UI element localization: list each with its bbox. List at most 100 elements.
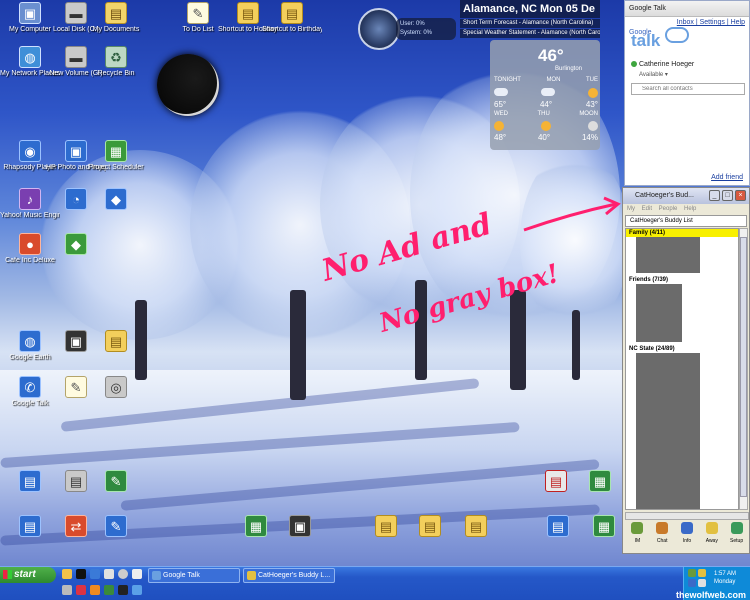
shortcut-icon: ◍ <box>19 46 41 68</box>
gtalk-logo: talk <box>631 31 661 50</box>
sun-icon <box>494 121 504 131</box>
speech-bubble-icon <box>665 27 689 43</box>
chat-button[interactable]: Chat <box>653 521 671 544</box>
shortcut-icon: ▤ <box>547 515 569 537</box>
desktop-icon-label: Project Scheduler <box>88 164 144 171</box>
info-icon <box>680 522 693 534</box>
gtalk-titlebar[interactable]: Google Talk <box>625 1 749 17</box>
shortcut-icon: ♻ <box>105 46 127 68</box>
tray-icon[interactable] <box>698 579 706 587</box>
weather-temperature: 46° <box>538 46 564 65</box>
shortcut-icon: ▤ <box>19 515 41 537</box>
quick-launch-icon[interactable] <box>90 569 100 579</box>
forecast-temp: 14% <box>581 133 598 142</box>
cloud-icon <box>541 88 555 96</box>
meter-dial <box>358 8 400 50</box>
status-dropdown[interactable]: Available ▾ <box>639 71 668 78</box>
desktop-icon[interactable]: ♻ Recycle Bin <box>86 46 146 78</box>
desktop-icon[interactable]: ◎ <box>86 376 146 400</box>
desktop-icon[interactable]: ✎ <box>86 515 146 539</box>
forecast-day: TONIGHT <box>494 77 521 83</box>
shortcut-icon: ▦ <box>245 515 267 537</box>
quick-launch-icon[interactable] <box>76 585 86 595</box>
desktop-icon[interactable]: ▣ <box>270 515 330 539</box>
desktop-icon[interactable]: ◆ <box>46 233 106 257</box>
buddy-list[interactable]: Family (4/11) Friends (7/39) NC State (2… <box>625 228 739 510</box>
google-talk-window[interactable]: Google Talk Inbox | Settings | Help Goog… <box>624 0 750 186</box>
search-input[interactable] <box>631 83 745 95</box>
forecast-day: TUE <box>585 77 598 83</box>
shortcut-icon: ◆ <box>105 188 127 210</box>
quick-launch-icon[interactable] <box>104 585 114 595</box>
shortcut-icon: ▤ <box>237 2 259 24</box>
shortcut-icon: ▤ <box>419 515 441 537</box>
chat-icon <box>656 522 669 534</box>
quick-launch-icon[interactable] <box>76 569 86 579</box>
close-button[interactable]: × <box>735 190 746 201</box>
shortcut-icon: ✎ <box>187 2 209 24</box>
away-icon <box>705 522 718 534</box>
gtalk-links[interactable]: Inbox | Settings | Help <box>677 19 745 26</box>
buddy-menubar[interactable]: My Edit People Help <box>623 204 749 215</box>
desktop-icon[interactable]: ◆ <box>86 188 146 212</box>
im-icon <box>631 522 644 534</box>
weather-gadget[interactable]: Alamance, NC Mon 05 De Short Term Foreca… <box>460 0 600 150</box>
tray-icon[interactable] <box>698 569 706 577</box>
shortcut-icon: ✎ <box>105 515 127 537</box>
tray-icon[interactable] <box>688 569 696 577</box>
gray-box <box>636 284 682 342</box>
forecast-temp: 44° <box>539 100 553 109</box>
desktop-icon[interactable]: ✎ <box>86 470 146 494</box>
watermark: thewolfweb.com <box>675 590 746 600</box>
group-family[interactable]: Family (4/11) <box>626 229 738 237</box>
scrollbar-thumb[interactable] <box>740 237 747 497</box>
info-button[interactable]: Info <box>678 521 696 544</box>
quick-launch-icon[interactable] <box>118 569 128 579</box>
desktop-icon[interactable]: ▤ My Documents <box>86 2 146 34</box>
away-button[interactable]: Away <box>703 521 721 544</box>
quick-launch-icon[interactable] <box>132 569 142 579</box>
setup-button[interactable]: Setup <box>728 521 746 544</box>
tray-icon[interactable] <box>688 579 696 587</box>
quick-launch-icon[interactable] <box>90 585 100 595</box>
buddy-icon <box>247 571 256 580</box>
buddy-toolbar: IM Chat Info Away Setup <box>625 521 749 553</box>
task-buddy-list[interactable]: CatHoeger's Buddy L... <box>243 568 335 583</box>
forecast-icons <box>494 88 598 98</box>
quick-launch-icon[interactable] <box>62 585 72 595</box>
shortcut-icon: ◆ <box>65 233 87 255</box>
start-button[interactable]: start <box>0 567 56 583</box>
weather-city: Burlington <box>555 66 583 72</box>
shortcut-icon: ▦ <box>589 470 611 492</box>
im-button[interactable]: IM <box>628 521 646 544</box>
maximize-button[interactable]: □ <box>722 190 733 201</box>
quick-launch-icon[interactable] <box>62 569 72 579</box>
shortcut-icon: ✆ <box>19 376 41 398</box>
buddy-list-window[interactable]: CatHoeger's Bud... _ □ × My Edit People … <box>622 187 750 554</box>
vertical-scrollbar[interactable] <box>739 228 748 510</box>
clock[interactable]: 1:57 AM Monday <box>714 570 736 586</box>
weather-ticker[interactable]: Short Term Forecast - Alamance (North Ca… <box>460 19 600 28</box>
desktop-icon[interactable]: ▦ <box>570 470 630 494</box>
task-google-talk[interactable]: Google Talk <box>148 568 240 583</box>
quick-launch-icon[interactable] <box>104 569 114 579</box>
group-friends[interactable]: Friends (7/39) <box>626 276 738 284</box>
buddy-titlebar[interactable]: CatHoeger's Bud... _ □ × <box>623 188 749 204</box>
quick-launch-icon[interactable] <box>118 585 128 595</box>
shortcut-icon: ◔ <box>65 188 87 210</box>
desktop-icon[interactable]: ▤ <box>446 515 506 539</box>
desktop-icon[interactable]: ▤ Shortcut to Birthday Do... <box>262 2 322 34</box>
shortcut-icon: ♪ <box>19 188 41 210</box>
shortcut-icon: ▤ <box>281 2 303 24</box>
horizontal-scrollbar[interactable] <box>625 512 749 520</box>
add-friend-link[interactable]: Add friend <box>711 174 743 181</box>
shortcut-icon: ⇄ <box>65 515 87 537</box>
group-nc-state[interactable]: NC State (24/89) <box>626 345 738 353</box>
desktop-icon[interactable]: ▤ <box>86 330 146 354</box>
minimize-button[interactable]: _ <box>709 190 720 201</box>
weather-ticker[interactable]: Special Weather Statement - Alamance (No… <box>460 29 600 38</box>
quick-launch-icon[interactable] <box>132 585 142 595</box>
buddy-window-title: CatHoeger's Bud... <box>635 192 694 199</box>
gray-box <box>636 353 700 509</box>
desktop-icon[interactable]: ▦ Project Scheduler <box>86 140 146 172</box>
